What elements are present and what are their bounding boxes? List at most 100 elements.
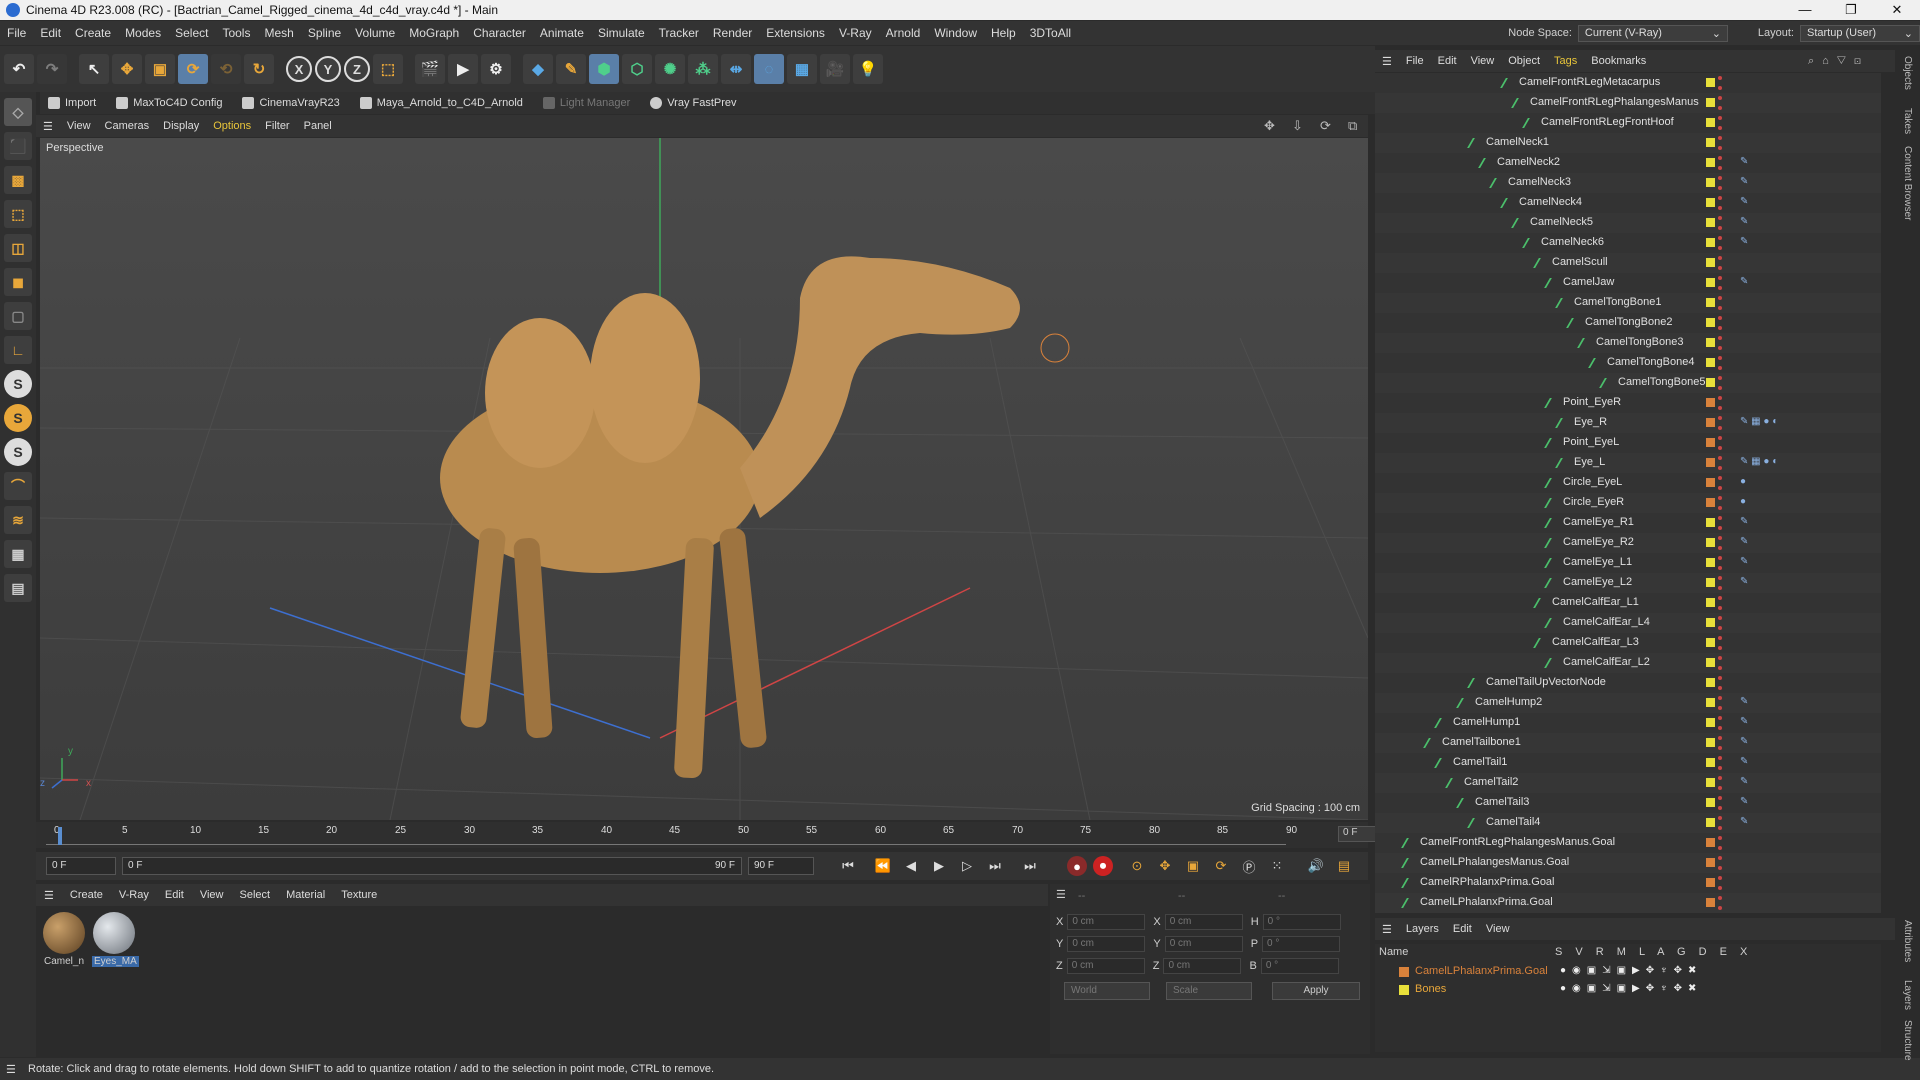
layer-toggles[interactable]: ●◉▣⇲▣▶✥♆✥✖ bbox=[1560, 983, 1702, 994]
visibility-dots[interactable] bbox=[1718, 516, 1722, 530]
visibility-dots[interactable] bbox=[1718, 536, 1722, 550]
move-tool-icon[interactable]: ✥ bbox=[112, 54, 142, 84]
visibility-dots[interactable] bbox=[1718, 496, 1722, 510]
menu-extensions[interactable]: Extensions bbox=[759, 26, 832, 40]
camera-icon[interactable]: 🎥 bbox=[820, 54, 850, 84]
menu-render[interactable]: Render bbox=[706, 26, 759, 40]
object-tags-icon[interactable]: ● bbox=[1740, 496, 1746, 507]
layer-color-tag[interactable] bbox=[1706, 78, 1715, 87]
menu-window[interactable]: Window bbox=[927, 26, 984, 40]
render-view-icon[interactable]: 🎬 bbox=[415, 54, 445, 84]
visibility-dots[interactable] bbox=[1718, 316, 1722, 330]
layer-color-tag[interactable] bbox=[1706, 318, 1715, 327]
object-row[interactable]: Circle_EyeL ● bbox=[1375, 473, 1881, 493]
z-axis-lock-icon[interactable]: Z bbox=[344, 56, 370, 82]
node-space-dropdown[interactable]: Current (V-Ray) ⌄ bbox=[1577, 24, 1728, 42]
visibility-dots[interactable] bbox=[1718, 656, 1722, 670]
subdivision-icon[interactable]: ⬢ bbox=[589, 54, 619, 84]
mat-menu-material[interactable]: Material bbox=[278, 889, 333, 901]
parameter-key-icon[interactable]: Ⓟ bbox=[1238, 855, 1260, 877]
minimize-icon[interactable]: — bbox=[1782, 2, 1828, 18]
object-row[interactable]: CamelTongBone2 bbox=[1375, 313, 1881, 333]
object-tags-icon[interactable]: ✎ bbox=[1740, 156, 1748, 167]
mat-menu-view[interactable]: View bbox=[192, 889, 232, 901]
layer-color-tag[interactable] bbox=[1706, 738, 1715, 747]
object-row[interactable]: CamelTongBone5 bbox=[1375, 373, 1881, 393]
visibility-dots[interactable] bbox=[1718, 576, 1722, 590]
menu-3dtoall[interactable]: 3DToAll bbox=[1023, 26, 1078, 40]
material-item[interactable]: Eyes_MA bbox=[92, 912, 139, 967]
extrude-icon[interactable]: ⬡ bbox=[622, 54, 652, 84]
next-key-icon[interactable]: ⏭ bbox=[984, 855, 1006, 877]
maya-arnold-button[interactable]: Maya_Arnold_to_C4D_Arnold bbox=[352, 97, 531, 109]
om-menu-file[interactable]: File bbox=[1399, 55, 1431, 67]
layers-menu-edit[interactable]: Edit bbox=[1446, 923, 1479, 935]
object-row[interactable]: CamelRPhalanxPrima.Goal bbox=[1375, 873, 1881, 893]
texture-mode-icon[interactable]: ▩ bbox=[4, 166, 32, 194]
visibility-dots[interactable] bbox=[1718, 596, 1722, 610]
snap-settings-icon[interactable]: S bbox=[4, 404, 32, 432]
visibility-dots[interactable] bbox=[1718, 616, 1722, 630]
uv-mode-icon[interactable]: ▢ bbox=[4, 302, 32, 330]
layers-menu-layers[interactable]: Layers bbox=[1399, 923, 1446, 935]
mat-menu-vray[interactable]: V-Ray bbox=[111, 889, 157, 901]
layer-color-tag[interactable] bbox=[1706, 458, 1715, 467]
object-tags-icon[interactable]: ✎ bbox=[1740, 196, 1748, 207]
layer-color-tag[interactable] bbox=[1706, 578, 1715, 587]
object-row[interactable]: CamelTail1 ✎ bbox=[1375, 753, 1881, 773]
object-row[interactable]: CamelNeck2 ✎ bbox=[1375, 153, 1881, 173]
menu-arnold[interactable]: Arnold bbox=[879, 26, 928, 40]
visibility-dots[interactable] bbox=[1718, 296, 1722, 310]
layer-color-tag[interactable] bbox=[1706, 878, 1715, 887]
rotate-tool-icon[interactable]: ⟳ bbox=[178, 54, 208, 84]
menu-character[interactable]: Character bbox=[466, 26, 533, 40]
start-frame-field[interactable]: 0 F bbox=[46, 857, 116, 875]
deformer-icon[interactable]: ⇹ bbox=[721, 54, 751, 84]
layer-color-tag[interactable] bbox=[1706, 138, 1715, 147]
object-row[interactable]: CamelEye_R2 ✎ bbox=[1375, 533, 1881, 553]
side-tab-content-browser[interactable]: Content Browser bbox=[1902, 146, 1913, 220]
layer-color-tag[interactable] bbox=[1706, 298, 1715, 307]
visibility-dots[interactable] bbox=[1718, 636, 1722, 650]
x-axis-lock-icon[interactable]: X bbox=[286, 56, 312, 82]
edges-mode-icon[interactable]: ◫ bbox=[4, 234, 32, 262]
record-active-icon[interactable]: ● bbox=[1067, 856, 1087, 876]
visibility-dots[interactable] bbox=[1718, 336, 1722, 350]
layer-color-tag[interactable] bbox=[1706, 898, 1715, 907]
menu-edit[interactable]: Edit bbox=[33, 26, 68, 40]
restore-icon[interactable]: ❐ bbox=[1828, 2, 1874, 18]
undo-icon[interactable]: ↶ bbox=[4, 54, 34, 84]
layers-menu-view[interactable]: View bbox=[1479, 923, 1517, 935]
rotation-p-field[interactable]: 0 ° bbox=[1262, 936, 1341, 952]
orbit-icon[interactable]: ⟳ bbox=[1320, 118, 1340, 134]
visibility-dots[interactable] bbox=[1718, 356, 1722, 370]
hamburger-icon[interactable]: ☰ bbox=[1375, 923, 1399, 936]
object-row[interactable]: CamelTail2 ✎ bbox=[1375, 773, 1881, 793]
object-tags-icon[interactable]: ✎ bbox=[1740, 556, 1748, 567]
visibility-dots[interactable] bbox=[1718, 796, 1722, 810]
select-tool-icon[interactable]: ↖ bbox=[79, 54, 109, 84]
object-row[interactable]: CamelLPhalanxPrima.Goal bbox=[1375, 893, 1881, 913]
layer-toggles[interactable]: ●◉▣⇲▣▶✥♆✥✖ bbox=[1560, 965, 1702, 976]
om-menu-bookmarks[interactable]: Bookmarks bbox=[1584, 55, 1653, 67]
pan-icon[interactable]: ✥ bbox=[1264, 118, 1284, 134]
layer-color-tag[interactable] bbox=[1706, 798, 1715, 807]
go-to-end-icon[interactable]: ⏭ bbox=[1019, 855, 1041, 877]
step-forward-icon[interactable]: ▷ bbox=[956, 855, 978, 877]
object-tags-icon[interactable]: ✎ bbox=[1740, 276, 1748, 287]
object-row[interactable]: CamelCalfEar_L2 bbox=[1375, 653, 1881, 673]
object-row[interactable]: Eye_L ✎ ▦ ● ◐ bbox=[1375, 453, 1881, 473]
menu-simulate[interactable]: Simulate bbox=[591, 26, 652, 40]
apply-button[interactable]: Apply bbox=[1272, 982, 1360, 1000]
layer-color-tag[interactable] bbox=[1706, 718, 1715, 727]
menu-volume[interactable]: Volume bbox=[348, 26, 402, 40]
menu-select[interactable]: Select bbox=[168, 26, 215, 40]
pla-key-icon[interactable]: ⁙ bbox=[1266, 855, 1288, 877]
object-row[interactable]: CamelCalfEar_L4 bbox=[1375, 613, 1881, 633]
layer-color-tag[interactable] bbox=[1706, 98, 1715, 107]
timeline-track[interactable]: 0 5 10 15 20 25 30 35 40 45 50 55 60 65 … bbox=[46, 825, 1297, 845]
object-tags-icon[interactable]: ✎ bbox=[1740, 236, 1748, 247]
visibility-dots[interactable] bbox=[1718, 196, 1722, 210]
mat-menu-texture[interactable]: Texture bbox=[333, 889, 385, 901]
size-z-field[interactable]: 0 cm bbox=[1163, 958, 1242, 974]
